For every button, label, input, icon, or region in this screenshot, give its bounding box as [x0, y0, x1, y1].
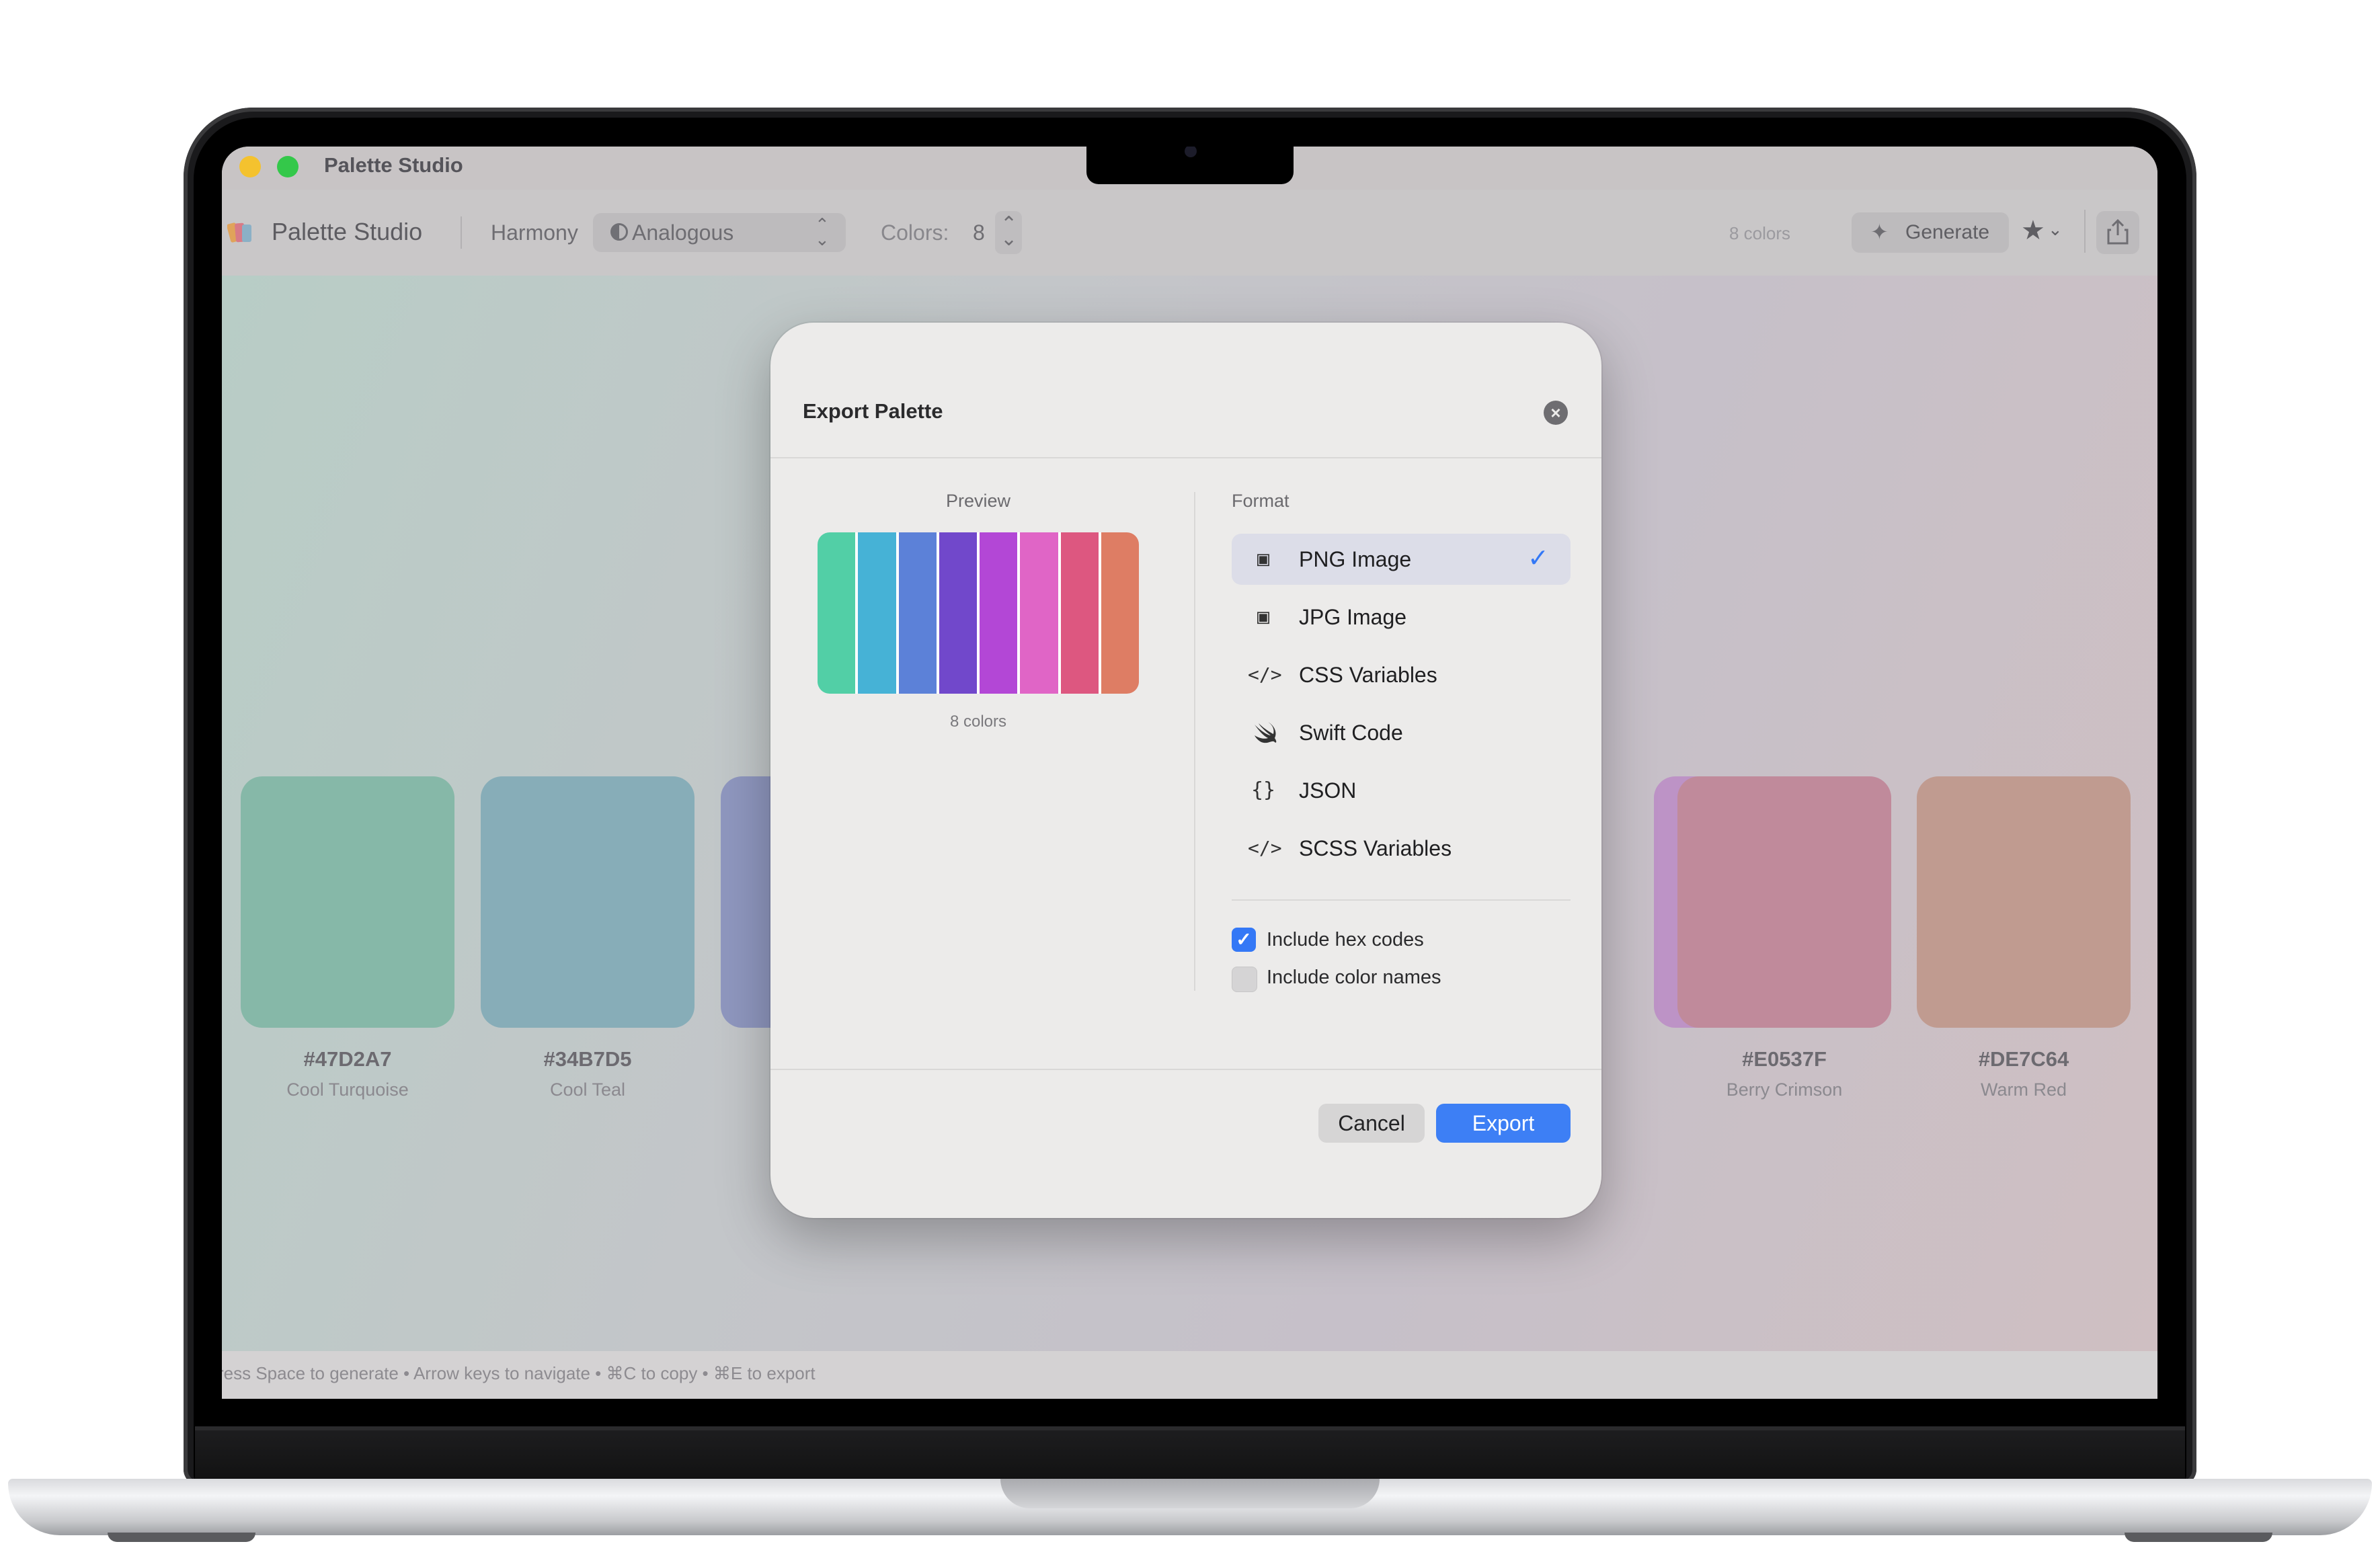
image-icon: ▣	[1257, 547, 1270, 571]
swatch-hex: #47D2A7	[303, 1047, 392, 1071]
preview-color-3	[898, 532, 939, 694]
stepper-down-icon[interactable]: ⌄	[1000, 227, 1017, 251]
status-bar: ress Space to generate • Arrow keys to n…	[222, 1351, 2157, 1399]
laptop-foot-right	[2125, 1533, 2272, 1542]
swatch-8[interactable]	[1917, 776, 2131, 1028]
format-label: Format	[1232, 491, 1290, 511]
include-hex-checkbox[interactable]: ✓	[1232, 928, 1256, 952]
half-circle-icon	[610, 223, 628, 241]
preview-strip	[818, 532, 1139, 694]
window-title: Palette Studio	[324, 153, 463, 177]
code-icon: </>	[1248, 663, 1282, 686]
format-option-swift[interactable]: Swift Code	[1232, 707, 1571, 758]
toolbar-app-name: Palette Studio	[272, 218, 423, 245]
vertical-divider	[1194, 492, 1195, 991]
colors-value: 8	[973, 220, 985, 245]
swatch-1[interactable]	[241, 776, 454, 1028]
swatch-name: Cool Teal	[549, 1080, 626, 1100]
format-label-text: CSS Variables	[1299, 663, 1437, 687]
image-icon: ▣	[1257, 605, 1270, 628]
code-icon: </>	[1248, 837, 1282, 859]
include-names-label: Include color names	[1267, 967, 1441, 988]
preview-color-8	[1101, 532, 1139, 694]
toolbar-divider	[461, 216, 462, 249]
colors-label: Colors:	[881, 220, 949, 245]
swatch-name: Berry Crimson	[1726, 1080, 1843, 1100]
harmony-label: Harmony	[491, 220, 578, 245]
laptop-lid-notch	[1000, 1479, 1380, 1508]
preview-color-6	[1020, 532, 1061, 694]
format-label-text: PNG Image	[1299, 547, 1412, 571]
preview-color-4	[939, 532, 980, 694]
format-option-css[interactable]: </> CSS Variables	[1232, 649, 1571, 700]
palette-icon	[227, 219, 253, 245]
share-button[interactable]	[2096, 211, 2139, 254]
cancel-button[interactable]: Cancel	[1318, 1104, 1425, 1143]
preview-color-7	[1060, 532, 1101, 694]
swatch-hex: #DE7C64	[1978, 1047, 2069, 1071]
close-icon[interactable]: ×	[1544, 401, 1568, 425]
swatch-2[interactable]	[481, 776, 695, 1028]
braces-icon: {}	[1251, 778, 1276, 802]
preview-label: Preview	[945, 491, 1011, 511]
star-icon[interactable]: ★	[2021, 215, 2045, 246]
colors-stepper[interactable]: ⌃ ⌄	[995, 211, 1022, 254]
chevron-down-icon[interactable]: ⌄	[2048, 219, 2063, 240]
format-option-json[interactable]: {} JSON	[1232, 765, 1571, 816]
format-option-scss[interactable]: </> SCSS Variables	[1232, 823, 1571, 874]
format-label-text: Swift Code	[1299, 721, 1403, 745]
format-label-text: JPG Image	[1299, 605, 1407, 629]
generate-button[interactable]: ✦ Generate	[1852, 212, 2009, 253]
divider	[770, 1069, 1601, 1070]
maximize-traffic-light[interactable]	[277, 156, 299, 177]
format-label-text: SCSS Variables	[1299, 836, 1452, 860]
sparkle-icon: ✦	[1870, 220, 1889, 244]
checkmark-icon: ✓	[1528, 544, 1549, 573]
swatch-hex: #34B7D5	[543, 1047, 632, 1071]
export-dialog: Export Palette × Preview 8 colors Format…	[770, 323, 1601, 1218]
minimize-traffic-light[interactable]	[239, 156, 261, 177]
export-button[interactable]: Export	[1436, 1104, 1571, 1143]
format-option-png[interactable]: ▣ PNG Image ✓	[1232, 534, 1571, 585]
include-names-checkbox[interactable]	[1232, 967, 1257, 992]
swatch-name: Warm Red	[1980, 1080, 2067, 1100]
preview-color-5	[980, 532, 1021, 694]
toolbar-divider	[2084, 210, 2086, 253]
harmony-select[interactable]: Analogous ⌃ ⌄	[593, 213, 846, 252]
divider	[770, 457, 1601, 458]
toolbar: Palette Studio Harmony Analogous ⌃ ⌄ Colo…	[222, 190, 2157, 277]
preview-color-2	[858, 532, 899, 694]
laptop-hinge	[195, 1426, 2185, 1484]
shortcut-hints: ress Space to generate • Arrow keys to n…	[222, 1363, 816, 1383]
color-count: 8 colors	[1729, 223, 1791, 243]
swift-icon	[1255, 722, 1277, 743]
include-hex-label: Include hex codes	[1267, 929, 1424, 950]
swatch-hex: #E0537F	[1742, 1047, 1827, 1071]
swatch-name: Cool Turquoise	[286, 1080, 409, 1100]
divider	[1232, 899, 1571, 901]
generate-label: Generate	[1905, 221, 1990, 243]
format-option-jpg[interactable]: ▣ JPG Image	[1232, 592, 1571, 643]
swatch-7[interactable]	[1677, 776, 1891, 1028]
format-label-text: JSON	[1299, 778, 1357, 803]
share-icon	[2107, 219, 2129, 245]
laptop-foot-left	[108, 1533, 255, 1542]
preview-count: 8 colors	[949, 713, 1007, 731]
preview-color-1	[818, 532, 859, 694]
harmony-value: Analogous	[632, 220, 734, 245]
dialog-title: Export Palette	[803, 399, 943, 423]
chevron-updown-icon: ⌃ ⌄	[815, 214, 830, 249]
